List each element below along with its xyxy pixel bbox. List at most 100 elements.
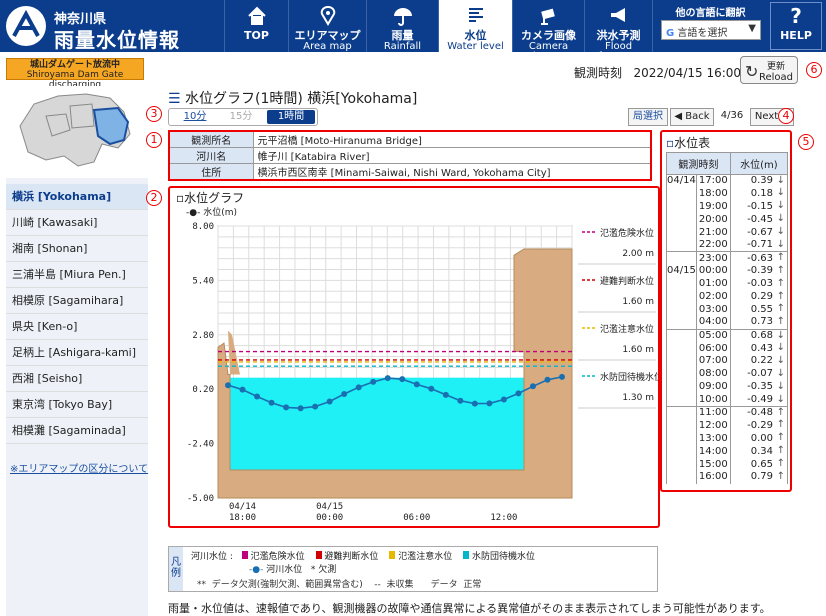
table-row: 10:00 -0.49 ↓ [666, 393, 789, 407]
prefecture-map-image [19, 93, 131, 167]
legend-swatch [241, 551, 248, 559]
nav-rainfall-sub: Rainfall [383, 41, 422, 52]
data-point [326, 398, 333, 405]
table-row: 21:00 -0.67 ↓ [666, 226, 789, 239]
sidebar-item-kawasaki[interactable]: 川崎 [Kawasaki] [6, 210, 148, 236]
obs-time-label: 観測時刻 [574, 66, 623, 80]
info-row: 河川名 帷子川 [Katabira River] [168, 147, 652, 164]
data-point [515, 390, 522, 397]
row-value: 0.39 ↓ [729, 174, 789, 188]
nav-camera[interactable]: カメラ画像 Camera image [512, 0, 584, 62]
tab-1hour[interactable]: 1時間 [267, 110, 315, 124]
table-row: 06:00 0.43 ↓ [666, 342, 789, 355]
station-list-button[interactable]: 局選択 [628, 108, 668, 126]
table-row: 04:00 0.73 ↑ [666, 316, 789, 330]
table-row: 02:00 0.29 ↑ [666, 290, 789, 304]
legend-swatch [463, 551, 470, 559]
translate-title: 他の言語に翻訳 [675, 8, 746, 19]
info-row: 観測所名 元平沼橋 [Moto-Hiranuma Bridge] [168, 130, 652, 148]
table-row: 14:00 0.34 ↑ [666, 445, 789, 459]
threshold-legend-value: 2.00 m [622, 249, 654, 259]
table-row: 09:00 -0.35 ↓ [666, 380, 789, 394]
row-value: -0.49 ↓ [729, 393, 789, 407]
data-point [384, 375, 391, 382]
chart-svg: ▫水位グラフ-●- 水位(m) 8.00 5.40 2.80 0.20 -2.40 -5.0… [176, 190, 663, 523]
row-value: 0.22 ↓ [729, 354, 789, 368]
area-map-info-link[interactable]: ※エリアマップの区分について [10, 460, 148, 475]
nav-water-level[interactable]: 水位 Water level [438, 0, 512, 52]
arrow-down-icon: ↓ [776, 175, 785, 186]
home-icon [225, 0, 288, 30]
logo-title: 雨量水位情報 [54, 28, 180, 52]
row-time: 19:00 [695, 200, 731, 214]
row-value: -0.29 ↑ [729, 419, 789, 433]
dam-discharge-notice[interactable]: 城山ダムゲート放流中 Shiroyama Dam Gate dischargin… [6, 58, 144, 90]
data-point [500, 396, 507, 403]
row-value: -0.63 ↑ [729, 251, 789, 265]
info-value: 帷子川 [Katabira River] [252, 147, 652, 164]
sidebar-item-miura[interactable]: 三浦半島 [Miura Pen.] [6, 262, 148, 288]
sidebar-item-seisho[interactable]: 西湘 [Seisho] [6, 366, 148, 392]
row-date [666, 458, 697, 471]
language-select[interactable]: G 言語を選択 ▼ [661, 20, 761, 40]
row-date [666, 470, 697, 484]
tab-10min[interactable]: 10分 [175, 110, 215, 124]
arrow-up-icon: ↑ [776, 445, 785, 457]
legend-item: 氾濫危険水位 [250, 552, 305, 562]
reload-button[interactable]: ↻ 更新 Reload [740, 56, 798, 84]
row-time: 09:00 [695, 380, 731, 394]
nav-top[interactable]: TOP [224, 0, 288, 52]
water-fill [230, 377, 524, 470]
row-date [666, 432, 697, 446]
sidebar-item-sagaminada[interactable]: 相模灘 [Sagaminada] [6, 418, 148, 444]
square-icon: ▫ [666, 136, 675, 150]
legend-side-label: 凡例 [169, 547, 183, 591]
marker-2: 2 [146, 190, 162, 206]
legend-river-label: 河川水位 : [191, 552, 233, 562]
arrow-down-icon: ↓ [776, 329, 785, 341]
arrow-down-icon: ↓ [776, 367, 785, 379]
row-time: 12:00 [695, 419, 731, 433]
area-map-thumbnail[interactable] [6, 86, 148, 178]
x-tick-label: 00:00 [316, 513, 343, 523]
sidebar-item-yokohama[interactable]: 横浜 [Yokohama] [6, 184, 148, 210]
row-time: 14:00 [695, 445, 731, 459]
sidebar-item-shonan[interactable]: 湘南 [Shonan] [6, 236, 148, 262]
row-value: -0.45 ↓ [729, 213, 789, 227]
nav-rainfall[interactable]: 雨量 Rainfall [366, 0, 438, 52]
row-value: -0.35 ↓ [729, 380, 789, 394]
legend-item: 水防団待機水位 [471, 552, 535, 562]
back-button[interactable]: ◀ Back [670, 108, 714, 126]
table-row: 03:00 0.55 ↑ [666, 303, 789, 317]
data-point [529, 383, 536, 390]
table-row: 20:00 -0.45 ↓ [666, 213, 789, 227]
nav-area-map[interactable]: エリアマップ Area map [288, 0, 366, 52]
data-point [283, 404, 290, 411]
water-level-chart: ▫水位グラフ -●- 水位(m) 8.00 5.40 2.80 0.20 -2.40 -5.0… [168, 186, 663, 528]
arrow-up-icon: ↑ [776, 419, 785, 431]
row-date [666, 342, 697, 355]
sidebar-item-tokyo-bay[interactable]: 東京湾 [Tokyo Bay] [6, 392, 148, 418]
data-point [370, 378, 377, 385]
table-row: 16:00 0.79 ↑ [666, 470, 789, 484]
page-title: ☰ 水位グラフ(1時間) 横浜[Yokohama] [168, 88, 417, 108]
row-time: 01:00 [695, 277, 731, 291]
row-value: 0.68 ↓ [729, 328, 789, 343]
row-time: 02:00 [695, 290, 731, 304]
arrow-up-icon: ↑ [776, 458, 785, 470]
row-time: 13:00 [695, 432, 731, 446]
site-logo[interactable]: 神奈川県 雨量水位情報 [6, 6, 216, 52]
interval-tabs: 10分 15分 1時間 [168, 108, 318, 126]
info-key: 住所 [168, 163, 254, 181]
reload-label-jp: 更新 [766, 62, 785, 72]
row-time: 06:00 [695, 342, 731, 355]
help-button[interactable]: ? HELP [770, 2, 822, 50]
nav-top-label: TOP [244, 29, 269, 42]
row-date [666, 380, 697, 394]
sidebar-item-ken-o[interactable]: 県央 [Ken-o] [6, 314, 148, 340]
sidebar-item-sagamihara[interactable]: 相模原 [Sagamihara] [6, 288, 148, 314]
obs-time-value: 2022/04/15 16:00 [633, 66, 742, 80]
disclaimer-note: 雨量・水位値は、速報値であり、観測機器の故障や通信異常による異常値がそのまま表示… [168, 602, 771, 615]
sidebar-item-ashigara-kami[interactable]: 足柄上 [Ashigara-kami] [6, 340, 148, 366]
nav-flood-forecast[interactable]: 洪水予測 Flood forecast [584, 0, 652, 62]
